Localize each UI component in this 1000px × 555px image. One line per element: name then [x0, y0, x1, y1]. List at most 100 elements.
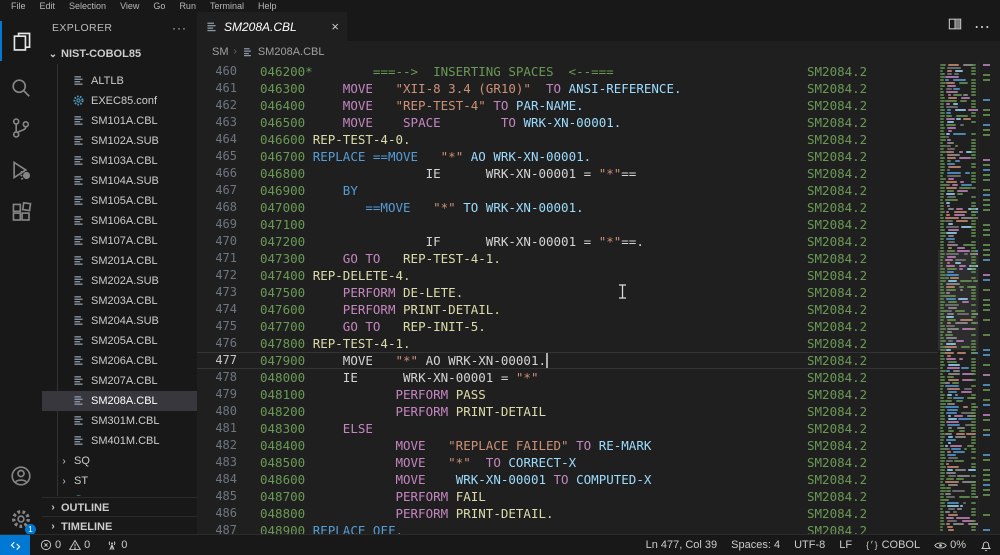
menu-terminal[interactable]: Terminal — [203, 0, 251, 12]
tree-file-sm104a-sub[interactable]: SM104A.SUB — [42, 171, 197, 191]
ellipsis-icon[interactable]: ··· — [172, 21, 187, 35]
tree-file-sm105a-cbl[interactable]: SM105A.CBL — [42, 191, 197, 211]
menu-run[interactable]: Run — [172, 0, 203, 12]
editor-more-icon[interactable]: ⋯ — [974, 17, 990, 37]
minimap-line — [940, 334, 943, 336]
code-line-470[interactable]: 470047200 IF WRK-XN-00001 = "*"==.SM2084… — [197, 233, 938, 250]
code-line-463[interactable]: 463046500 MOVE SPACE TO WRK-XN-00001.SM2… — [197, 114, 938, 131]
notifications-bell[interactable] — [980, 539, 992, 552]
code-line-486[interactable]: 486048800 PERFORM PRINT-DETAIL.SM2084.2 — [197, 505, 938, 522]
tab-sm208a-cbl[interactable]: SM208A.CBL × — [197, 12, 347, 41]
tree-file-readme-md[interactable]: iREADME.md — [42, 491, 197, 496]
minimap-line — [947, 469, 953, 471]
code-line-464[interactable]: 464046600 REP-TEST-4-0.SM2084.2 — [197, 131, 938, 148]
tree-folder-st[interactable]: ›ST — [42, 471, 197, 491]
tree-folder-sm[interactable]: ⌄SM — [42, 64, 197, 71]
breadcrumb-folder[interactable]: SM — [212, 46, 229, 58]
ports-status[interactable]: 0 — [106, 539, 127, 551]
language-mode[interactable]: {׳} COBOL — [866, 539, 920, 551]
activitybar-accounts[interactable] — [0, 456, 42, 496]
minimap[interactable] — [938, 62, 978, 535]
code-line-481[interactable]: 481048300 ELSESM2084.2 — [197, 420, 938, 437]
section-outline[interactable]: › OUTLINE — [42, 497, 197, 517]
remote-indicator[interactable] — [0, 535, 30, 555]
code-line-477[interactable]: 477047900 MOVE "*" AO WRK-XN-00001.SM208… — [197, 352, 938, 369]
activitybar-explorer[interactable] — [0, 21, 42, 61]
code-line-462[interactable]: 462046400 MOVE "REP-TEST-4" TO PAR-NAME.… — [197, 97, 938, 114]
code-line-461[interactable]: 461046300 MOVE "XII-8 3.4 (GR10)" TO ANS… — [197, 80, 938, 97]
code-editor[interactable]: 460046200* ===--> INSERTING SPACES <--==… — [197, 62, 938, 535]
tree-file-sm103a-cbl[interactable]: SM103A.CBL — [42, 151, 197, 171]
tree-file-sm107a-cbl[interactable]: SM107A.CBL — [42, 231, 197, 251]
tree-file-sm106a-cbl[interactable]: SM106A.CBL — [42, 211, 197, 231]
tree-file-sm207a-cbl[interactable]: SM207A.CBL — [42, 371, 197, 391]
code-line-472[interactable]: 472047400 REP-DELETE-4.SM2084.2 — [197, 267, 938, 284]
minimap-line — [940, 328, 946, 330]
problems-status[interactable]: 0 0 — [40, 539, 90, 551]
minimap-line — [971, 211, 976, 213]
tree-file-sm201a-cbl[interactable]: SM201A.CBL — [42, 251, 197, 271]
activitybar-run-debug[interactable] — [0, 150, 42, 190]
cursor-position[interactable]: Ln 477, Col 39 — [646, 539, 718, 551]
code-line-467[interactable]: 467046900 BYSM2084.2 — [197, 182, 938, 199]
section-timeline[interactable]: › TIMELINE — [42, 516, 197, 536]
code-line-475[interactable]: 475047700 GO TO REP-INIT-5.SM2084.2 — [197, 318, 938, 335]
activitybar-search[interactable] — [0, 68, 42, 108]
activitybar-source-control[interactable] — [0, 108, 42, 148]
tree-folder-sq[interactable]: ›SQ — [42, 451, 197, 471]
tree-file-exec85-conf[interactable]: EXEC85.conf — [42, 91, 197, 111]
sync-status[interactable]: 0% — [934, 539, 966, 551]
minimap-line — [947, 322, 951, 324]
indentation-status[interactable]: Spaces: 4 — [731, 539, 780, 551]
tree-file-sm208a-cbl[interactable]: SM208A.CBL — [42, 391, 197, 411]
menu-help[interactable]: Help — [251, 0, 284, 12]
code-line-478[interactable]: 478048000 IE WRK-XN-00001 = "*"SM2084.2 — [197, 369, 938, 386]
menu-go[interactable]: Go — [146, 0, 172, 12]
code-line-482[interactable]: 482048400 MOVE "REPLACE FAILED" TO RE-MA… — [197, 437, 938, 454]
code-line-471[interactable]: 471047300 GO TO REP-TEST-4-1.SM2084.2 — [197, 250, 938, 267]
code-line-485[interactable]: 485048700 PERFORM FAILSM2084.2 — [197, 488, 938, 505]
code-line-476[interactable]: 476047800 REP-TEST-4-1.SM2084.2 — [197, 335, 938, 352]
eye-icon — [934, 540, 947, 551]
tree-file-sm202a-sub[interactable]: SM202A.SUB — [42, 271, 197, 291]
breadcrumb-file[interactable]: SM208A.CBL — [258, 46, 325, 58]
menu-file[interactable]: File — [4, 0, 33, 12]
tree-file-altlb[interactable]: ALTLB — [42, 71, 197, 91]
menu-edit[interactable]: Edit — [33, 0, 63, 12]
code-line-466[interactable]: 466046800 IE WRK-XN-00001 = "*"==SM2084.… — [197, 165, 938, 182]
code-line-469[interactable]: 469047100SM2084.2 — [197, 216, 938, 233]
tree-file-sm205a-cbl[interactable]: SM205A.CBL — [42, 331, 197, 351]
overview-ruler[interactable] — [978, 62, 1000, 535]
minimap-line — [946, 265, 955, 267]
encoding-status[interactable]: UTF-8 — [794, 539, 825, 551]
close-icon[interactable]: × — [331, 20, 339, 33]
tree-root-nist-cobol85[interactable]: ⌄ NIST-COBOL85 — [42, 44, 197, 64]
tree-file-sm206a-cbl[interactable]: SM206A.CBL — [42, 351, 197, 371]
tree-root-label: NIST-COBOL85 — [61, 48, 141, 60]
menu-selection[interactable]: Selection — [62, 0, 113, 12]
tree-file-sm401m-cbl[interactable]: SM401M.CBL — [42, 431, 197, 451]
code-line-479[interactable]: 479048100 PERFORM PASSSM2084.2 — [197, 386, 938, 403]
code-line-480[interactable]: 480048200 PERFORM PRINT-DETAILSM2084.2 — [197, 403, 938, 420]
split-editor-icon[interactable] — [948, 17, 962, 36]
code-line-483[interactable]: 483048500 MOVE "*" TO CORRECT-XSM2084.2 — [197, 454, 938, 471]
tree-file-sm102a-sub[interactable]: SM102A.SUB — [42, 131, 197, 151]
eol-status[interactable]: LF — [839, 539, 852, 551]
activitybar-extensions[interactable] — [0, 192, 42, 232]
activitybar-settings[interactable]: 1 — [0, 499, 42, 539]
tree-file-sm301m-cbl[interactable]: SM301M.CBL — [42, 411, 197, 431]
minimap-line — [963, 406, 968, 408]
tree-file-sm204a-sub[interactable]: SM204A.SUB — [42, 311, 197, 331]
code-line-465[interactable]: 465046700 REPLACE ==MOVE "*" AO WRK-XN-0… — [197, 148, 938, 165]
code-line-484[interactable]: 484048600 MOVE WRK-XN-00001 TO COMPUTED-… — [197, 471, 938, 488]
code-line-468[interactable]: 468047000 ==MOVE "*" TO WRK-XN-00001.SM2… — [197, 199, 938, 216]
tree-file-sm203a-cbl[interactable]: SM203A.CBL — [42, 291, 197, 311]
sequence-tag: SM2084.2 — [807, 420, 867, 437]
code-line-473[interactable]: 473047500 PERFORM DE-LETE.SM2084.2 — [197, 284, 938, 301]
code-line-474[interactable]: 474047600 PERFORM PRINT-DETAIL.SM2084.2 — [197, 301, 938, 318]
tree-file-sm101a-cbl[interactable]: SM101A.CBL — [42, 111, 197, 131]
menu-view[interactable]: View — [113, 0, 146, 12]
ruler-mark — [983, 364, 990, 366]
ruler-mark — [983, 384, 990, 386]
code-line-460[interactable]: 460046200* ===--> INSERTING SPACES <--==… — [197, 63, 938, 80]
